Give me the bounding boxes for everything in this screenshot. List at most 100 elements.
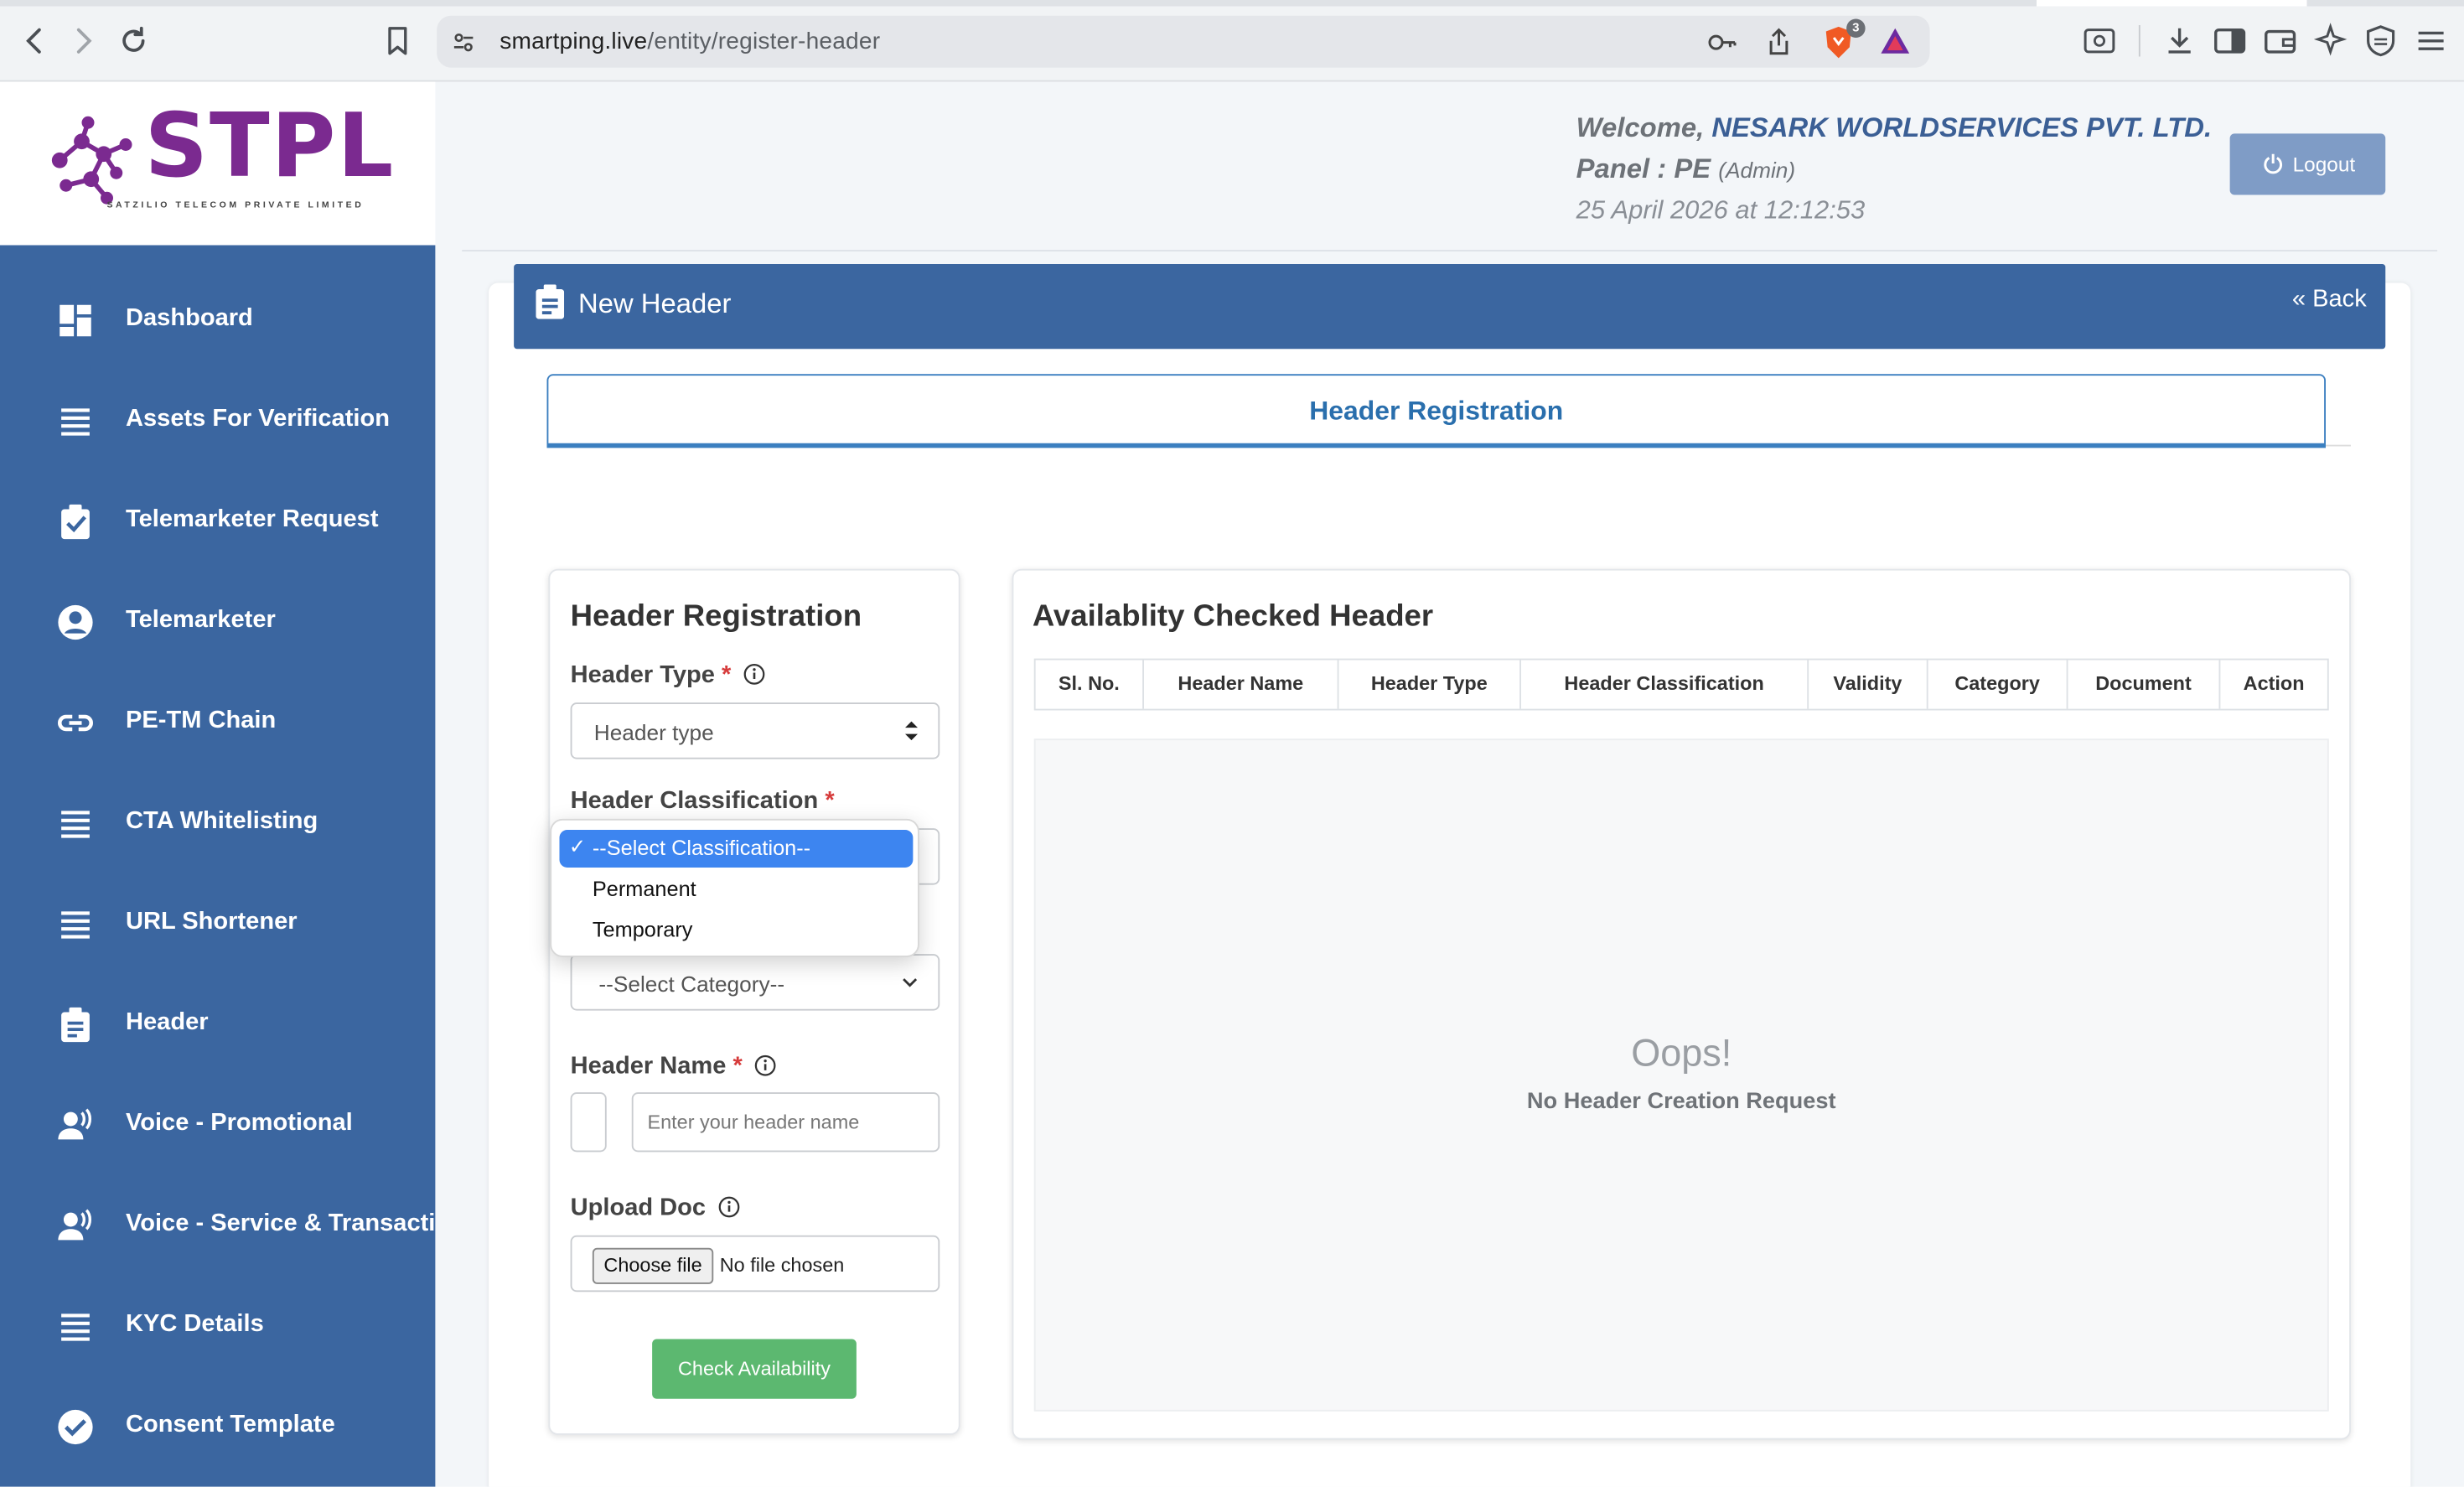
share-icon[interactable]	[1765, 27, 1794, 57]
back-link[interactable]: « Back	[2292, 286, 2367, 314]
option-label: Temporary	[592, 918, 693, 942]
logo-subtitle: SATZILIO TELECOM PRIVATE LIMITED	[106, 201, 365, 211]
link-icon	[58, 714, 93, 732]
sort-arrows-icon	[905, 721, 918, 741]
upload-doc-label-text: Upload Doc	[570, 1194, 707, 1221]
sidebar-item-kyc-details[interactable]: KYC Details	[0, 1277, 435, 1377]
sidebar-item-header[interactable]: Header	[0, 975, 435, 1075]
app-root: smartping.live/entity/register-header 3 …	[0, 0, 2464, 1487]
empty-title: Oops!	[1631, 1032, 1732, 1075]
info-icon[interactable]	[718, 1196, 740, 1218]
column-header: Header Type	[1339, 660, 1521, 709]
classification-dropdown: ✓ --Select Classification-- Permanent Te…	[550, 818, 919, 957]
double-chevron-left-icon: «	[2291, 286, 2306, 313]
checkmark-icon: ✓	[568, 834, 587, 858]
tab-header-registration[interactable]: Header Registration	[546, 374, 2326, 448]
sidebar-item-telemarketer[interactable]: Telemarketer	[0, 573, 435, 673]
column-header: Document	[2068, 660, 2221, 709]
check-availability-button[interactable]: Check Availability	[652, 1339, 857, 1399]
required-mark: *	[732, 1053, 743, 1080]
tab-label: Header Registration	[1309, 396, 1564, 427]
header-name-label: Header Name *	[571, 1053, 777, 1081]
dropdown-option-temporary[interactable]: Temporary	[560, 912, 914, 950]
logo-text: STPL	[144, 96, 396, 199]
dashboard-icon	[60, 304, 91, 337]
sidebar-toggle-icon[interactable]	[2211, 22, 2249, 60]
info-icon[interactable]	[755, 1054, 777, 1076]
active-tab-strip[interactable]	[2037, 0, 2307, 7]
sidebar-item-label: URL Shortener	[126, 908, 298, 935]
column-header: Action	[2243, 672, 2305, 695]
clipboard-check-icon	[61, 504, 90, 540]
empty-state: Oops! No Header Creation Request	[1033, 738, 2329, 1412]
form-title: Header Registration	[570, 598, 862, 634]
category-value: --Select Category--	[598, 971, 785, 997]
sidebar-item-label: Telemarketer	[126, 606, 276, 634]
header-name-label-text: Header Name	[570, 1053, 727, 1080]
table-title: Availablity Checked Header	[1032, 598, 1434, 634]
rewards-triangle-icon[interactable]	[1880, 27, 1912, 55]
file-input[interactable]: Choose file No file chosen	[570, 1235, 940, 1293]
back-arrow-icon[interactable]	[16, 22, 54, 60]
choose-file-button[interactable]: Choose file	[592, 1247, 714, 1284]
upload-doc-label: Upload Doc	[571, 1194, 741, 1223]
info-icon[interactable]	[743, 663, 765, 685]
menu-icon[interactable]	[2412, 22, 2450, 60]
sidebar-item-label: Dashboard	[126, 304, 253, 332]
sidebar-item-pe-tm-chain[interactable]: PE-TM Chain	[0, 673, 435, 774]
sidebar-item-voice-promotional[interactable]: Voice - Promotional	[0, 1075, 435, 1176]
header-type-label-text: Header Type	[570, 661, 715, 689]
sidebar-item-cta-whitelisting[interactable]: CTA Whitelisting	[0, 774, 435, 874]
browser-toolbar: smartping.live/entity/register-header 3	[0, 0, 2464, 82]
sidebar-item-dashboard[interactable]: Dashboard	[0, 271, 435, 371]
sidebar-item-consent-template[interactable]: Consent Template	[0, 1377, 435, 1478]
list-icon	[61, 1313, 90, 1341]
vpn-shield-icon[interactable]	[2362, 22, 2399, 60]
sidebar: Dashboard Assets For Verification Telema…	[0, 245, 436, 1487]
voice-icon	[58, 1108, 92, 1140]
category-select[interactable]: --Select Category--	[570, 954, 940, 1011]
logo-area[interactable]: STPL SATZILIO TELECOM PRIVATE LIMITED	[0, 81, 436, 246]
list-icon	[61, 811, 90, 838]
required-mark: *	[825, 787, 835, 815]
required-mark: *	[722, 661, 732, 689]
dropdown-option-permanent[interactable]: Permanent	[560, 871, 914, 909]
classification-label: Header Classification *	[571, 787, 835, 816]
key-icon[interactable]	[1706, 28, 1738, 57]
site-settings-icon[interactable]	[451, 30, 476, 55]
header-name-placeholder: Enter your header name	[647, 1111, 860, 1133]
sidebar-item-label: Consent Template	[126, 1411, 335, 1438]
sidebar-item-label: Telemarketer Request	[126, 505, 379, 533]
header-name-input[interactable]: Enter your header name	[631, 1092, 940, 1153]
back-label: Back	[2312, 286, 2367, 313]
download-icon[interactable]	[2161, 22, 2198, 60]
panel-line: Panel : PE (Admin)	[1576, 148, 2212, 190]
header-prefix-input[interactable]	[570, 1092, 607, 1153]
chevron-down-icon	[903, 978, 918, 987]
sidebar-item-label: PE-TM Chain	[126, 707, 277, 734]
sidebar-item-telemarketer-request[interactable]: Telemarketer Request	[0, 472, 435, 573]
bookmark-icon[interactable]	[379, 22, 417, 60]
sidebar-item-label: Voice - Service & Transactional	[126, 1210, 436, 1237]
sidebar-item-assets-for-verification[interactable]: Assets For Verification	[0, 371, 435, 472]
company-name: NESARK WORLDSERVICES PVT. LTD.	[1711, 111, 2213, 143]
sidebar-item-label: KYC Details	[126, 1310, 264, 1338]
header-type-select[interactable]: Header type	[570, 702, 940, 759]
sidebar-item-voice-service-transactional[interactable]: Voice - Service & Transactional	[0, 1176, 435, 1277]
list-icon	[61, 911, 90, 939]
check-circle-icon	[58, 1409, 93, 1445]
voice-icon	[58, 1209, 92, 1241]
network-logo-icon	[51, 116, 132, 205]
reload-icon[interactable]	[115, 22, 153, 60]
forward-arrow-icon[interactable]	[65, 22, 102, 60]
column-header: Header Name	[1144, 660, 1339, 709]
address-bar[interactable]: smartping.live/entity/register-header	[437, 15, 1930, 68]
sidebar-item-label: CTA Whitelisting	[126, 807, 318, 835]
panel-role: (Admin)	[1718, 157, 1796, 183]
wallet-icon[interactable]	[2261, 22, 2299, 60]
reader-mode-icon[interactable]	[2081, 22, 2119, 60]
sidebar-item-url-shortener[interactable]: URL Shortener	[0, 874, 435, 975]
logout-button[interactable]: Logout	[2229, 133, 2386, 195]
dropdown-option-select-classification[interactable]: ✓ --Select Classification--	[559, 830, 914, 868]
ai-sparkle-icon[interactable]	[2311, 22, 2349, 60]
